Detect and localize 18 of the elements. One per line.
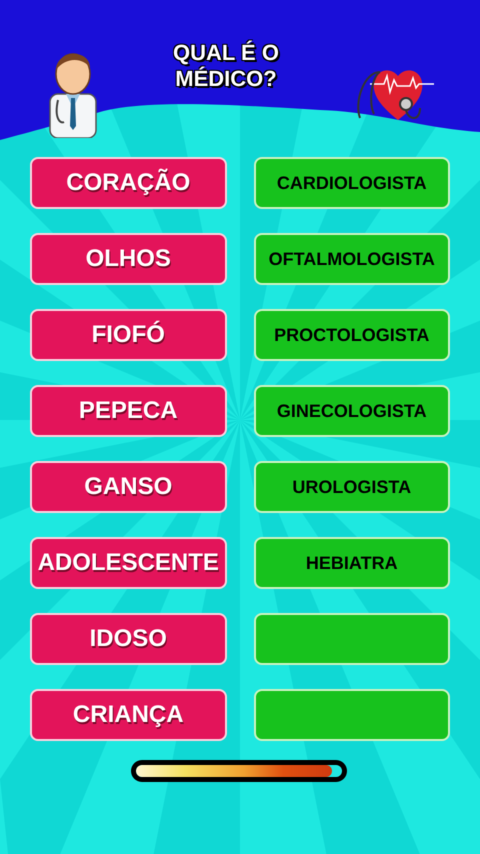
organ-card[interactable]: OLHOS bbox=[30, 233, 226, 285]
answer-card[interactable]: UROLOGISTA bbox=[254, 461, 450, 513]
organ-card[interactable]: CORAÇÃO bbox=[30, 157, 226, 209]
answer-card[interactable]: OFTALMOLOGISTA bbox=[254, 233, 450, 285]
answer-card[interactable]: CARDIOLOGISTA bbox=[254, 157, 450, 209]
organ-card[interactable]: IDOSO bbox=[30, 613, 226, 665]
organ-card[interactable]: PEPECA bbox=[30, 385, 226, 437]
organ-card[interactable]: CRIANÇA bbox=[30, 689, 226, 741]
organ-card[interactable]: FIOFÓ bbox=[30, 309, 226, 361]
answer-card[interactable]: PROCTOLOGISTA bbox=[254, 309, 450, 361]
title-text: QUAL É O bbox=[173, 40, 279, 66]
organ-card[interactable]: GANSO bbox=[30, 461, 226, 513]
title-text: MÉDICO? bbox=[175, 66, 277, 92]
organ-card[interactable]: ADOLESCENTE bbox=[30, 537, 226, 589]
answer-card[interactable]: GINECOLOGISTA bbox=[254, 385, 450, 437]
empty-answer-card[interactable] bbox=[254, 689, 450, 741]
empty-answer-card[interactable] bbox=[254, 613, 450, 665]
answer-card[interactable]: HEBIATRA bbox=[254, 537, 450, 589]
